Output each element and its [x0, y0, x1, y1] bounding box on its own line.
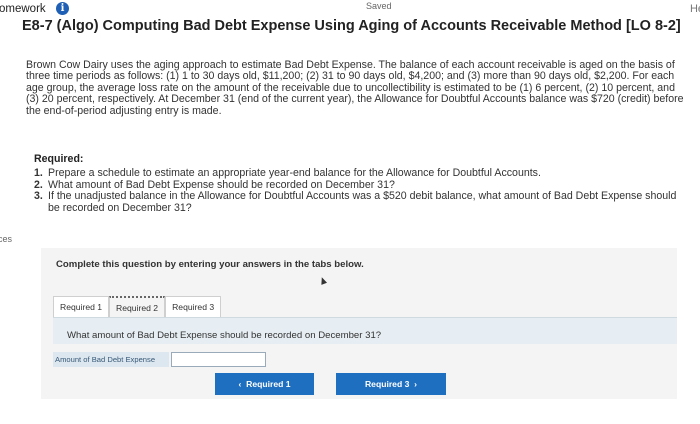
- requirement-text: What amount of Bad Debt Expense should b…: [48, 178, 395, 191]
- previous-button[interactable]: ‹ Required 1: [215, 373, 314, 395]
- required-heading: Required:: [34, 153, 84, 165]
- requirement-number: 1.: [34, 167, 43, 179]
- tab-required-2[interactable]: Required 2: [109, 296, 166, 318]
- saved-status: Saved: [366, 1, 392, 11]
- top-bar: omework i Saved He: [0, 0, 700, 18]
- answer-row: Amount of Bad Debt Expense: [53, 352, 268, 367]
- next-button[interactable]: Required 3 ›: [336, 373, 446, 395]
- tab-required-3[interactable]: Required 3: [165, 296, 222, 318]
- previous-button-label: Required 1: [246, 379, 291, 389]
- tab-content: What amount of Bad Debt Expense should b…: [53, 317, 677, 344]
- answer-label: Amount of Bad Debt Expense: [53, 352, 169, 367]
- homework-label: omework: [0, 3, 46, 15]
- side-tab[interactable]: ces: [0, 234, 12, 244]
- requirement-text: Prepare a schedule to estimate an approp…: [48, 167, 541, 179]
- requirement-text: If the unadjusted balance in the Allowan…: [48, 190, 677, 214]
- problem-text: Brown Cow Dairy uses the aging approach …: [26, 59, 684, 117]
- next-button-label: Required 3: [364, 379, 410, 389]
- tab-required-1[interactable]: Required 1: [53, 296, 110, 318]
- problem-title: E8-7 (Algo) Computing Bad Debt Expense U…: [22, 18, 681, 34]
- help-link[interactable]: He: [690, 3, 700, 15]
- answer-panel: Complete this question by entering your …: [41, 248, 677, 399]
- requirements-list: 1. Prepare a schedule to estimate an app…: [34, 167, 689, 214]
- chevron-left-icon: ‹: [238, 379, 242, 389]
- bad-debt-expense-input[interactable]: [171, 352, 266, 367]
- requirement-number: 3.: [34, 190, 43, 203]
- question-text: What amount of Bad Debt Expense should b…: [67, 330, 382, 341]
- mouse-cursor: [318, 276, 328, 285]
- tab-bar: Required 1 Required 2 Required 3: [53, 296, 222, 318]
- requirement-item: 3. If the unadjusted balance in the Allo…: [34, 190, 689, 214]
- panel-instruction: Complete this question by entering your …: [56, 259, 364, 270]
- chevron-right-icon: ›: [414, 379, 418, 389]
- info-icon[interactable]: i: [56, 2, 69, 15]
